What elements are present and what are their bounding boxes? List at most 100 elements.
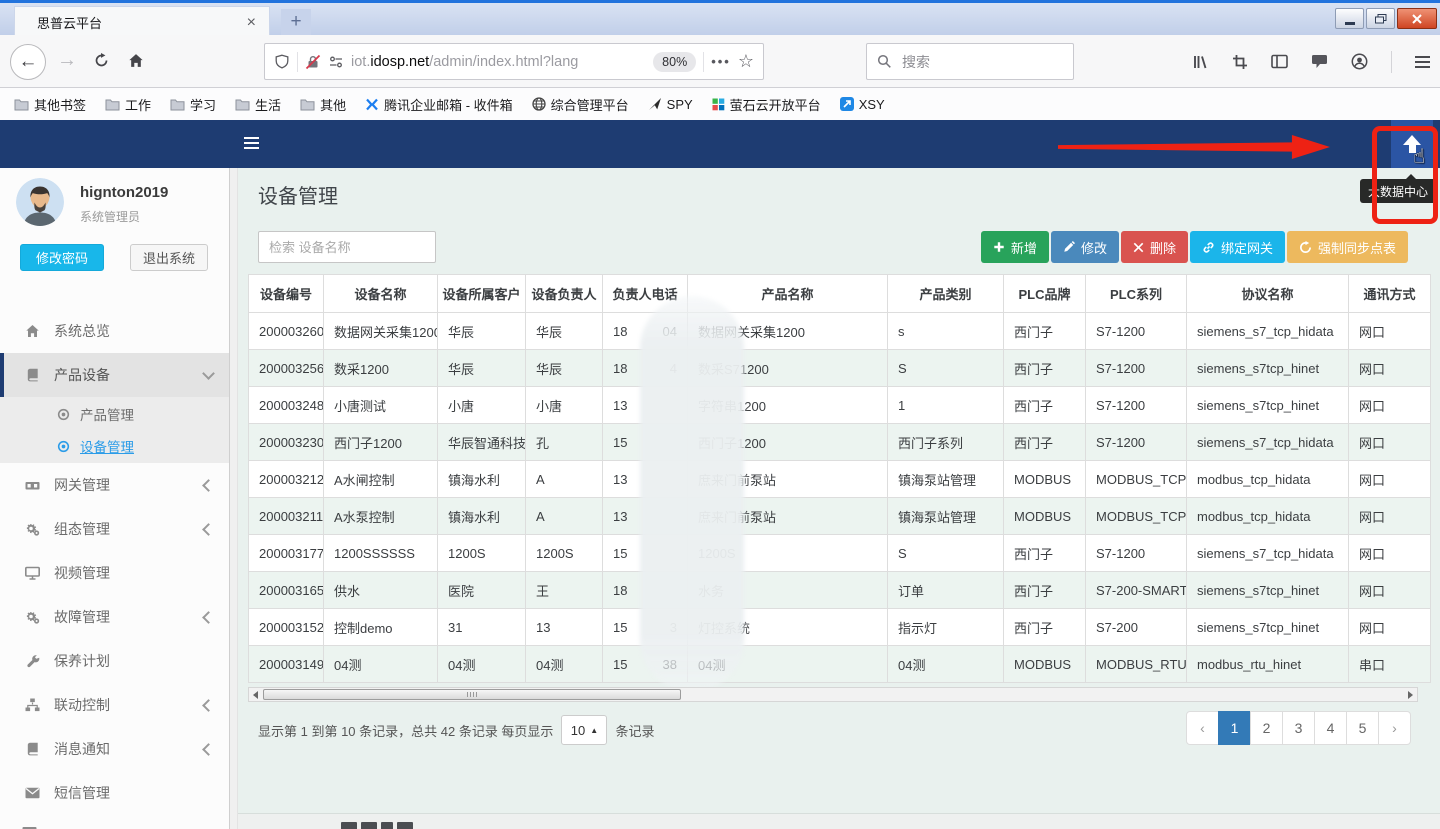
browser-tab[interactable]: 思普云平台 ×: [14, 6, 270, 38]
url-bar[interactable]: iot.idosp.net/admin/index.html?lang 80% …: [264, 43, 764, 80]
bookmark-item[interactable]: SPY: [648, 97, 693, 112]
pager-page-button[interactable]: 3: [1282, 711, 1315, 745]
sidebar-item-product-device[interactable]: 产品设备: [0, 353, 229, 397]
table-row[interactable]: 200003256数采1200华辰华辰184数采S71200S西门子S7-120…: [249, 350, 1431, 387]
pager-next-button[interactable]: ›: [1378, 711, 1411, 745]
horizontal-scrollbar[interactable]: [248, 687, 1418, 702]
tab-close-icon[interactable]: ×: [242, 14, 261, 32]
shield-icon[interactable]: [274, 54, 290, 70]
sidebar-item-scada[interactable]: 组态管理: [0, 507, 229, 551]
column-header[interactable]: 产品类别: [888, 275, 1004, 313]
scroll-left-arrow-icon[interactable]: [253, 691, 258, 699]
sidebar-item-label: 联动控制: [54, 695, 110, 715]
force-sync-button[interactable]: 强制同步点表: [1287, 231, 1408, 263]
account-icon[interactable]: [1351, 53, 1368, 70]
pager-page-button[interactable]: 2: [1250, 711, 1283, 745]
column-header[interactable]: PLC品牌: [1004, 275, 1086, 313]
sidebar-subitem[interactable]: 产品管理: [0, 398, 229, 430]
device-search-input[interactable]: [258, 231, 436, 263]
sidebar-item-overview[interactable]: 系统总览: [0, 309, 229, 353]
sidebar-item-video[interactable]: 视频管理: [0, 551, 229, 595]
minimize-button[interactable]: [1335, 8, 1364, 29]
bookmark-item[interactable]: 萤石云开放平台: [712, 95, 821, 114]
column-header[interactable]: 设备编号: [249, 275, 324, 313]
table-cell: 200003230: [249, 424, 324, 461]
pager-page-button[interactable]: 5: [1346, 711, 1379, 745]
url-text[interactable]: iot.idosp.net/admin/index.html?lang: [351, 54, 646, 70]
page-actions-icon[interactable]: •••: [711, 54, 731, 69]
bookmark-item[interactable]: 其他: [300, 95, 346, 114]
sidebar-subitem[interactable]: 设备管理: [0, 430, 229, 462]
pager-page-button[interactable]: 1: [1218, 711, 1251, 745]
new-tab-button[interactable]: +: [281, 9, 311, 35]
table-row[interactable]: 200003211A水泵控制镇海水利A13庶来门前泵站镇海泵站管理MODBUSM…: [249, 498, 1431, 535]
add-button[interactable]: 新增: [981, 231, 1049, 263]
sidebar-item-maintenance[interactable]: 保养计划: [0, 639, 229, 683]
table-cell: MODBUS_RTU: [1086, 646, 1187, 683]
column-header[interactable]: PLC系列: [1086, 275, 1187, 313]
restore-button[interactable]: [1366, 8, 1395, 29]
bookmark-item[interactable]: 综合管理平台: [532, 95, 629, 114]
table-row[interactable]: 200003165供水医院王18水务订单西门子S7-200-SMARTsieme…: [249, 572, 1431, 609]
browser-search[interactable]: [866, 43, 1074, 80]
screenshot-icon[interactable]: [1232, 54, 1248, 70]
table-cell: 串口: [1349, 646, 1431, 683]
permissions-icon[interactable]: [328, 54, 344, 70]
forward-button[interactable]: →: [57, 49, 77, 72]
bookmark-item[interactable]: 学习: [170, 95, 216, 114]
scroll-right-arrow-icon[interactable]: [1408, 691, 1413, 699]
bookmark-item[interactable]: 工作: [105, 95, 151, 114]
button-label: 删除: [1150, 238, 1176, 257]
sidebar-item-linkage[interactable]: 联动控制: [0, 683, 229, 727]
table-row[interactable]: 2000031771200SSSSSS1200S1200S151200SS西门子…: [249, 535, 1431, 572]
bookmark-star-icon[interactable]: ☆: [738, 51, 754, 72]
menu-hamburger-icon[interactable]: [1415, 56, 1430, 68]
clipped-sidebar-item-icon: [22, 824, 37, 829]
table-cell: 1200S: [438, 535, 526, 572]
column-header[interactable]: 设备所属客户: [438, 275, 526, 313]
column-header[interactable]: 设备负责人: [526, 275, 603, 313]
back-button[interactable]: ←: [10, 44, 46, 80]
page-size-dropdown[interactable]: 10 ▲: [561, 715, 607, 745]
bookmark-label: 综合管理平台: [551, 95, 629, 114]
table-row[interactable]: 200003248小唐测试小唐小唐13字符串12001西门子S7-1200sie…: [249, 387, 1431, 424]
logout-button[interactable]: 退出系统: [130, 244, 208, 271]
privacy-blur-overlay: [640, 296, 744, 692]
library-icon[interactable]: [1192, 54, 1209, 70]
table-row[interactable]: 200003260数据网关采集1200华辰华辰1804数据网关采集1200s西门…: [249, 313, 1431, 350]
home-button[interactable]: [128, 53, 144, 68]
messages-icon[interactable]: [1311, 54, 1328, 69]
edit-button[interactable]: 修改: [1051, 231, 1119, 263]
pager-page-button[interactable]: 4: [1314, 711, 1347, 745]
sidebar-item-sms[interactable]: 短信管理: [0, 771, 229, 815]
table-row[interactable]: 200003230西门子1200华辰智通科技孔15西门子1200西门子系列西门子…: [249, 424, 1431, 461]
device-table: 设备编号设备名称设备所属客户设备负责人负责人电话产品名称产品类别PLC品牌PLC…: [248, 274, 1431, 683]
browser-search-input[interactable]: [900, 53, 1063, 71]
close-button[interactable]: [1397, 8, 1437, 29]
insecure-lock-icon[interactable]: [305, 54, 321, 70]
sidebar-gutter: [230, 168, 238, 829]
change-password-button[interactable]: 修改密码: [20, 244, 104, 271]
bookmark-item[interactable]: 腾讯企业邮箱 - 收件箱: [365, 95, 513, 114]
column-header[interactable]: 设备名称: [324, 275, 438, 313]
delete-button[interactable]: 删除: [1121, 231, 1188, 263]
zoom-level-badge[interactable]: 80%: [653, 52, 696, 72]
sidebar-item-message[interactable]: 消息通知: [0, 727, 229, 771]
table-row[interactable]: 200003212A水闸控制镇海水利A13庶来门前泵站镇海泵站管理MODBUSM…: [249, 461, 1431, 498]
table-row[interactable]: 200003152控制demo3113153灯控系统指示灯西门子S7-200si…: [249, 609, 1431, 646]
column-header[interactable]: 通讯方式: [1349, 275, 1431, 313]
bookmark-item[interactable]: 生活: [235, 95, 281, 114]
sidebar-item-gateway[interactable]: 网关管理: [0, 463, 229, 507]
table-row[interactable]: 20000314904测04测04测153804测04测MODBUSMODBUS…: [249, 646, 1431, 683]
reload-button[interactable]: [94, 53, 109, 68]
column-header[interactable]: 协议名称: [1187, 275, 1349, 313]
sidebar-collapse-icon[interactable]: [244, 137, 259, 149]
bookmark-item[interactable]: 其他书签: [14, 95, 86, 114]
sidebar-toggle-icon[interactable]: [1271, 54, 1288, 69]
sidebar-item-fault[interactable]: 故障管理: [0, 595, 229, 639]
bookmark-item[interactable]: XSY: [840, 97, 885, 112]
bind-gateway-button[interactable]: 绑定网关: [1190, 231, 1285, 263]
scrollbar-thumb[interactable]: [263, 689, 681, 700]
device-table-wrap: 设备编号设备名称设备所属客户设备负责人负责人电话产品名称产品类别PLC品牌PLC…: [248, 274, 1430, 683]
pager-prev-button[interactable]: ‹: [1186, 711, 1219, 745]
